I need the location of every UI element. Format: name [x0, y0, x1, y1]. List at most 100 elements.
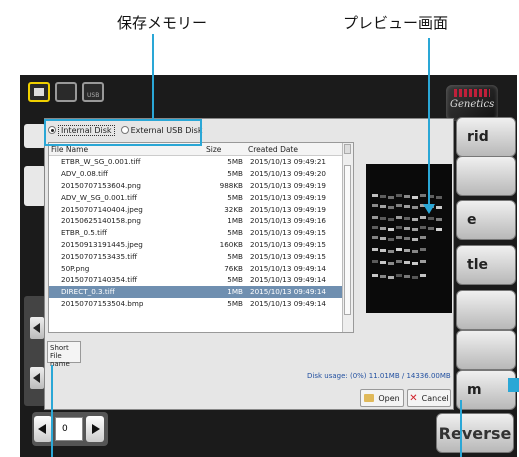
- storage-box-bottom: [44, 144, 202, 146]
- storage-selector: Internal Disk External USB Disk: [48, 122, 202, 138]
- gel-band: [420, 226, 426, 229]
- cancel-button[interactable]: ✕ Cancel: [407, 389, 451, 407]
- table-row[interactable]: 20150707153504.bmp 5MB 2015/10/13 09:49:14: [49, 298, 353, 310]
- column-created-date[interactable]: Created Date: [246, 143, 343, 155]
- table-row[interactable]: 50P.png 76KB 2015/10/13 09:49:14: [49, 262, 353, 274]
- reverse-button[interactable]: Reverse: [436, 413, 514, 453]
- gel-band: [404, 195, 410, 198]
- gel-band: [388, 262, 394, 265]
- genetics-logo: Genetics: [446, 85, 498, 121]
- gel-band: [412, 206, 418, 209]
- storage-box-left: [44, 119, 46, 146]
- gel-band: [396, 260, 402, 263]
- table-row[interactable]: ETBR_0.5.tiff 5MB 2015/10/13 09:49:15: [49, 227, 353, 239]
- gel-band: [380, 217, 386, 220]
- gel-band: [404, 205, 410, 208]
- gel-band: [380, 205, 386, 208]
- short-file-name-button[interactable]: Short File name: [47, 341, 81, 363]
- cell-size: 5MB: [204, 275, 246, 284]
- gel-band: [412, 276, 418, 279]
- table-row[interactable]: 20150625140158.png 1MB 2015/10/13 09:49:16: [49, 215, 353, 227]
- scroll-up-icon[interactable]: [344, 144, 351, 154]
- gel-band: [436, 218, 442, 221]
- decrement-button[interactable]: [34, 416, 52, 442]
- cell-name: 20150707153504.bmp: [49, 299, 204, 308]
- cell-date: 2015/10/13 09:49:19: [246, 205, 343, 214]
- side-button-2[interactable]: [456, 156, 516, 196]
- side-button-3[interactable]: e: [456, 200, 516, 240]
- gel-band: [388, 238, 394, 241]
- left-panel-block[interactable]: [24, 166, 46, 206]
- gel-band: [420, 274, 426, 277]
- preview-callout-line: [428, 38, 430, 206]
- gel-band: [372, 194, 378, 197]
- gel-band: [388, 206, 394, 209]
- gel-band: [396, 274, 402, 277]
- gel-band: [412, 218, 418, 221]
- cell-name: 20150707140404.jpeg: [49, 205, 204, 214]
- table-row[interactable]: 20150913191445.jpeg 160KB 2015/10/13 09:49…: [49, 239, 353, 251]
- gel-band: [428, 217, 434, 220]
- gel-band: [372, 274, 378, 277]
- table-row[interactable]: ETBR_W_SG_0.001.tiff 5MB 2015/10/13 09:49:…: [49, 156, 353, 168]
- side-button-6[interactable]: [456, 330, 516, 370]
- table-row[interactable]: 20150707153435.tiff 5MB 2015/10/13 09:49:1…: [49, 250, 353, 262]
- radio-icon: [48, 126, 56, 134]
- side-button-grid[interactable]: rid: [456, 117, 516, 157]
- internal-disk-option[interactable]: Internal Disk: [48, 125, 115, 136]
- open-button[interactable]: Open: [360, 389, 404, 407]
- open-label: Open: [378, 394, 399, 403]
- left-panel-tab[interactable]: [24, 124, 46, 148]
- table-row[interactable]: DIRECT_0.3.tiff 1MB 2015/10/13 09:49:14: [49, 286, 353, 298]
- table-row[interactable]: ADV_W_SG_0.001.tiff 5MB 2015/10/13 09:49:1…: [49, 191, 353, 203]
- cell-name: DIRECT_0.3.tiff: [49, 287, 204, 296]
- cell-size: 5MB: [204, 157, 246, 166]
- external-usb-option[interactable]: External USB Disk: [121, 126, 203, 135]
- gel-band: [420, 216, 426, 219]
- gel-band: [388, 218, 394, 221]
- storage-memory-callout: 保存メモリー: [117, 12, 207, 33]
- column-size[interactable]: Size: [204, 143, 246, 155]
- side-button-title[interactable]: tle: [456, 245, 516, 285]
- cell-size: 5MB: [204, 299, 246, 308]
- gel-band: [396, 194, 402, 197]
- cell-size: 988KB: [204, 181, 246, 190]
- gel-band: [396, 236, 402, 239]
- gel-band: [372, 260, 378, 263]
- printer-icon[interactable]: [55, 82, 77, 102]
- scrollbar[interactable]: [342, 143, 353, 332]
- left-arrow-icon[interactable]: [30, 317, 44, 339]
- close-icon: ✕: [409, 393, 417, 404]
- cell-date: 2015/10/13 09:49:14: [246, 287, 343, 296]
- number-field[interactable]: 0: [55, 417, 83, 441]
- usb-icon[interactable]: USB: [82, 82, 104, 102]
- table-row[interactable]: ADV_0.08.tiff 5MB 2015/10/13 09:49:20: [49, 168, 353, 180]
- gel-band: [380, 195, 386, 198]
- side-button-zoom[interactable]: m: [456, 370, 516, 410]
- table-row[interactable]: 20150707140354.tiff 5MB 2015/10/13 09:49:1…: [49, 274, 353, 286]
- gel-band: [404, 275, 410, 278]
- gel-band: [436, 228, 442, 231]
- gel-band: [388, 276, 394, 279]
- table-row[interactable]: 20150707140404.jpeg 32KB 2015/10/13 09:49:…: [49, 203, 353, 215]
- gel-band: [412, 196, 418, 199]
- screen-capture-icon[interactable]: [28, 82, 50, 102]
- cell-date: 2015/10/13 09:49:16: [246, 216, 343, 225]
- cell-date: 2015/10/13 09:49:19: [246, 193, 343, 202]
- cell-name: 20150707153435.tiff: [49, 252, 204, 261]
- left-control-panel: [24, 296, 46, 406]
- side-button-5[interactable]: [456, 290, 516, 330]
- folder-icon: [364, 394, 374, 402]
- scroll-thumb[interactable]: [344, 165, 351, 315]
- gel-band: [388, 196, 394, 199]
- table-row[interactable]: 20150707153604.png 988KB 2015/10/13 09:49:…: [49, 180, 353, 192]
- left-arrow-icon-2[interactable]: [30, 367, 44, 389]
- gel-band: [412, 228, 418, 231]
- gel-band: [396, 204, 402, 207]
- increment-button[interactable]: [86, 416, 104, 442]
- gel-band: [388, 228, 394, 231]
- cell-name: 20150707153604.png: [49, 181, 204, 190]
- gel-band: [412, 262, 418, 265]
- gel-band: [420, 260, 426, 263]
- storage-box-right: [200, 119, 202, 146]
